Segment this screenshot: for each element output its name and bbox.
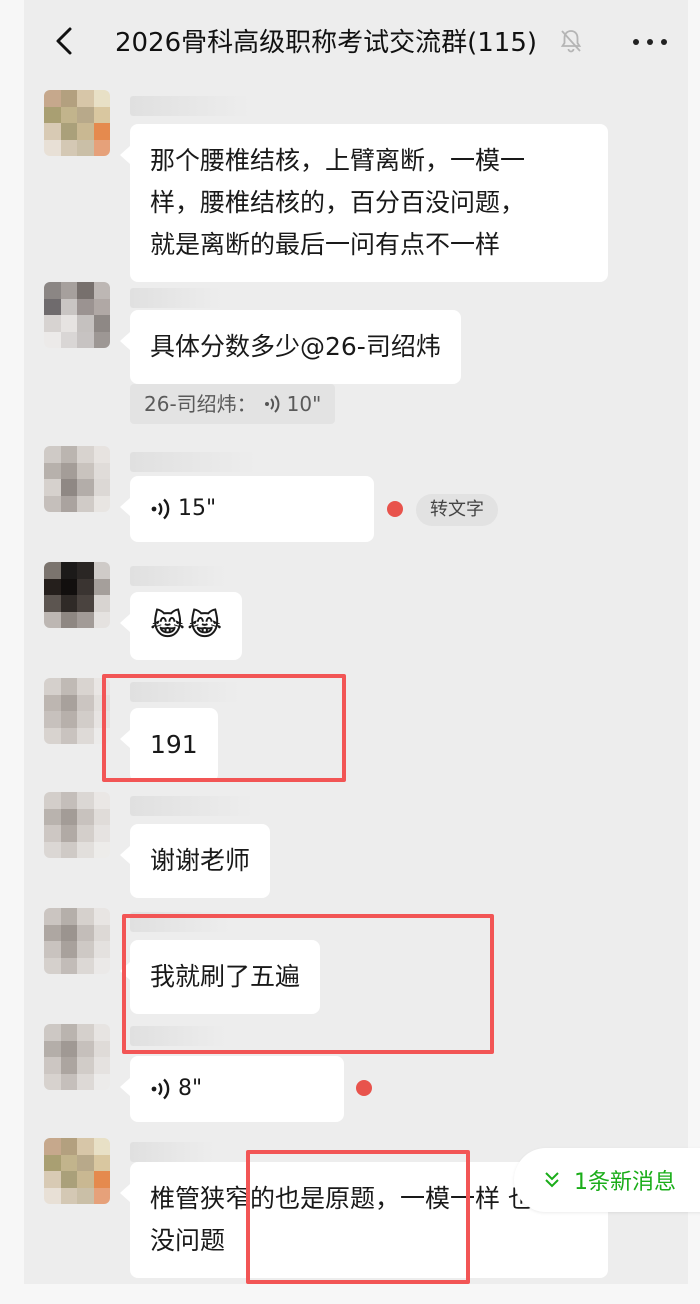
avatar[interactable]: [44, 908, 110, 974]
message-bubble[interactable]: 谢谢老师: [119, 824, 271, 898]
double-chevron-down-icon: [545, 1172, 559, 1188]
sender-name-blurred: [130, 566, 226, 586]
voice-wave-icon: [264, 395, 280, 413]
voice-duration: 15": [178, 496, 217, 521]
new-message-label: 1条新消息: [574, 1170, 676, 1195]
right-frame: [688, 0, 700, 1304]
input-bar-edge: [24, 1284, 688, 1304]
unread-dot: [387, 501, 403, 517]
bell-off-icon: [560, 30, 582, 53]
emoji-message-bubble[interactable]: 😹 😹: [119, 592, 243, 660]
sender-name-blurred: [130, 796, 254, 816]
message-text: 样，腰椎结核的，百分百没问题，: [150, 188, 526, 217]
message-bubble[interactable]: 191: [120, 708, 218, 782]
sender-name-blurred: [130, 912, 230, 932]
voice-message-bubble[interactable]: 15": [120, 476, 374, 542]
new-message-indicator[interactable]: 1条新消息: [514, 1148, 700, 1212]
cat-face-emoji: 😹: [187, 608, 223, 643]
message-text: 没问题: [150, 1226, 226, 1255]
message-text: 191: [150, 730, 198, 759]
message-bubble[interactable]: 具体分数多少@26-司绍炜: [120, 310, 461, 384]
left-frame: [0, 0, 24, 1304]
avatar[interactable]: [44, 282, 110, 348]
avatar[interactable]: [44, 90, 110, 156]
transcribe-button[interactable]: 转文字: [416, 494, 498, 526]
unread-dot: [356, 1080, 372, 1096]
avatar[interactable]: [44, 1024, 110, 1090]
quoted-voice-reference[interactable]: 26-司绍炜： 10": [130, 384, 336, 424]
voice-wave-icon: [151, 498, 170, 520]
message-bubble[interactable]: 那个腰椎结核，上臂离断，一模一 样，腰椎结核的，百分百没问题， 就是离断的最后一…: [120, 124, 608, 282]
sender-name-blurred: [130, 452, 256, 472]
quote-sender: 26-司绍炜：: [144, 392, 257, 416]
cat-face-emoji: 😹: [150, 608, 186, 643]
message-text: 我就刷了五遍: [150, 962, 301, 991]
ellipsis-icon[interactable]: [628, 30, 672, 54]
chat-message-list[interactable]: 那个腰椎结核，上臂离断，一模一 样，腰椎结核的，百分百没问题， 就是离断的最后一…: [24, 0, 688, 1304]
sender-name-blurred: [130, 682, 240, 702]
message-text: 就是离断的最后一问有点不一样: [150, 230, 501, 259]
message-bubble[interactable]: 我就刷了五遍: [119, 940, 321, 1014]
voice-duration: 8": [178, 1076, 203, 1101]
avatar[interactable]: [44, 792, 110, 858]
voice-message-bubble[interactable]: 8": [120, 1056, 344, 1122]
avatar[interactable]: [44, 446, 110, 512]
chat-title[interactable]: 2026骨科高级职称考试交流群(115): [24, 22, 688, 59]
sender-name-blurred: [130, 1026, 226, 1046]
chat-header: 2026骨科高级职称考试交流群(115): [24, 0, 688, 82]
avatar[interactable]: [44, 1138, 110, 1204]
sender-name-blurred: [130, 1142, 214, 1162]
avatar[interactable]: [44, 562, 110, 628]
sender-name-blurred: [130, 96, 250, 116]
avatar[interactable]: [44, 678, 110, 744]
message-text: 具体分数多少@26-司绍炜: [150, 332, 441, 361]
sender-name-blurred: [130, 288, 222, 308]
message-text: 那个腰椎结核，上臂离断，一模一: [150, 146, 526, 175]
message-text: 谢谢老师: [150, 846, 251, 875]
quote-duration: 10": [286, 392, 322, 416]
voice-wave-icon: [151, 1078, 170, 1100]
